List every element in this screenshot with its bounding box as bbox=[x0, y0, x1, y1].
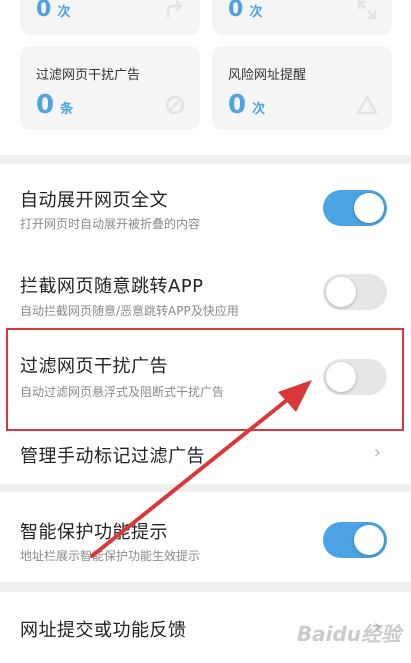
watermark-logo: Baidu经验 bbox=[296, 622, 401, 646]
annotation-arrow-icon bbox=[90, 380, 312, 558]
